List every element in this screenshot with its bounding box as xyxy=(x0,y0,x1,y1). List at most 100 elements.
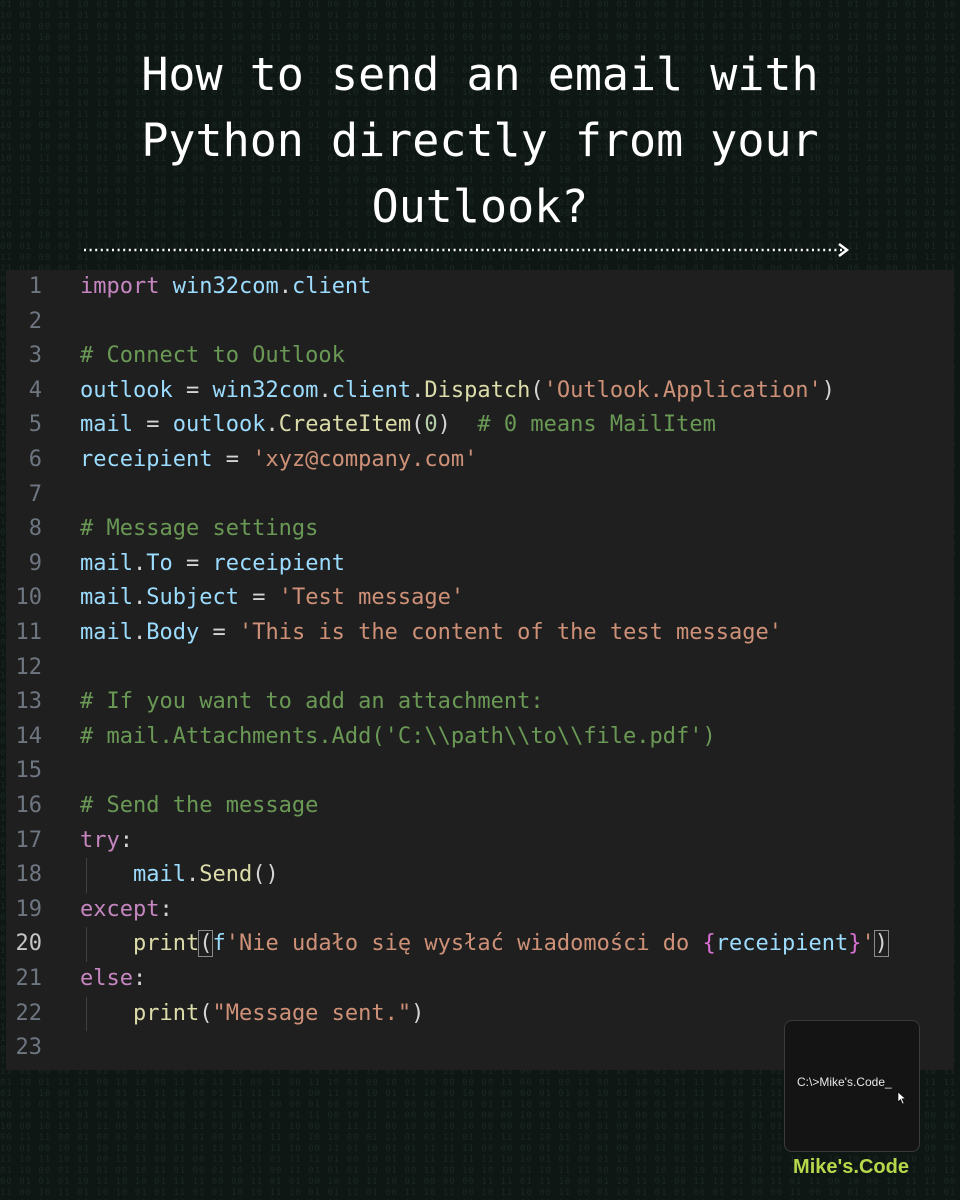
code-line: 20 print(f'Nie udało się wysłać wiadomoś… xyxy=(6,927,954,961)
code-token: . xyxy=(132,585,147,611)
code-token: receipient xyxy=(715,931,849,957)
code-line: 16 # Send the message xyxy=(6,789,954,823)
code-token: mail xyxy=(80,620,133,645)
code-token: = xyxy=(199,620,239,645)
code-text: # If you want to add an attachment: xyxy=(80,685,544,719)
indent-guide xyxy=(86,927,87,962)
code-token: Dispatch xyxy=(424,377,531,403)
code-token: . xyxy=(278,274,292,299)
code-token: ( xyxy=(198,930,214,958)
line-number: 8 xyxy=(28,516,42,542)
code-line: 13 # If you want to add an attachment: xyxy=(6,685,954,719)
line-number: 7 xyxy=(28,481,42,507)
code-token: . xyxy=(132,620,147,645)
line-number: 11 xyxy=(15,620,43,645)
code-text: try: xyxy=(80,824,133,858)
code-text: mail.Subject = 'Test message' xyxy=(80,581,464,615)
code-token: . xyxy=(318,377,332,403)
code-token: receipient xyxy=(212,550,345,576)
line-number: 17 xyxy=(15,827,43,853)
code-token: = xyxy=(212,447,253,472)
code-token: . xyxy=(185,862,200,888)
line-number: 3 xyxy=(28,343,42,369)
code-token: 'Outlook.Application' xyxy=(543,377,822,403)
code-token: Body xyxy=(146,620,200,645)
code-token: Subject xyxy=(146,585,239,611)
code-token: # Message settings xyxy=(80,516,319,542)
code-token: 'Nie udało się wysłać wiadomości do xyxy=(225,931,703,957)
code-line: 2 xyxy=(6,305,954,339)
code-line: 17 try: xyxy=(6,824,954,858)
code-text: # mail.Attachments.Add('C:\\path\\to\\fi… xyxy=(80,720,716,754)
line-number: 5 xyxy=(28,412,42,438)
code-text: # Message settings xyxy=(80,512,318,546)
logo-prompt-text: C:\>Mike's.Code_ xyxy=(797,1075,892,1089)
code-line: 11 mail.Body = 'This is the content of th… xyxy=(6,616,954,650)
code-line: 19 except: xyxy=(6,893,954,927)
code-token: client xyxy=(331,377,412,403)
headline-line-1: How to send an email with xyxy=(141,48,819,101)
code-token: : xyxy=(159,896,173,922)
code-text: mail.Send() xyxy=(80,858,279,892)
code-token: # mail.Attachments.Add('C:\\path\\to\\fi… xyxy=(80,723,716,749)
code-editor[interactable]: 1 import win32com.client 2 3 # Connect to Ou… xyxy=(6,270,954,1070)
code-token: = xyxy=(172,550,213,576)
code-token: # Connect to Outlook xyxy=(80,343,345,369)
code-token: print xyxy=(132,931,200,957)
code-text: # Send the message xyxy=(80,789,318,823)
headline: How to send an email with Python directl… xyxy=(80,42,880,240)
code-token: win32com xyxy=(172,274,279,299)
code-line: 5 mail = outlook.CreateItem(0) # 0 means … xyxy=(6,408,954,442)
code-token: receipient xyxy=(80,447,213,472)
indent-guide xyxy=(86,996,87,1032)
line-number: 15 xyxy=(15,758,43,784)
code-token: ) xyxy=(873,930,890,958)
code-token: . xyxy=(265,412,279,438)
line-number: 18 xyxy=(15,862,43,888)
code-token: outlook xyxy=(172,412,266,438)
code-text: mail.To = receipient xyxy=(80,547,345,581)
code-line: 12 xyxy=(6,651,954,685)
code-text: print(f'Nie udało się wysłać wiadomości … xyxy=(80,927,890,961)
line-number: 22 xyxy=(15,1000,43,1026)
line-number: 21 xyxy=(15,966,43,991)
code-line: 21 else: xyxy=(6,962,954,996)
code-text: else: xyxy=(80,962,146,996)
code-text: print("Message sent.") xyxy=(80,997,424,1031)
code-token: = xyxy=(238,585,279,611)
code-line: 14 # mail.Attachments.Add('C:\\path\\to\\… xyxy=(6,720,954,754)
code-token: ) xyxy=(437,412,478,438)
dotted-arrow-icon xyxy=(84,243,850,257)
code-token: { xyxy=(702,931,716,957)
line-number: 13 xyxy=(15,689,43,715)
code-token: () xyxy=(252,862,279,888)
code-token: win32com xyxy=(212,377,319,403)
cursor-icon xyxy=(897,1091,907,1105)
code-token: 0 xyxy=(424,412,438,438)
code-text: mail = outlook.CreateItem(0) # 0 means M… xyxy=(80,408,716,442)
code-token: To xyxy=(146,550,173,576)
code-text: mail.Body = 'This is the content of the … xyxy=(80,616,782,650)
line-number: 4 xyxy=(28,377,42,403)
code-token: 'xyz@company.com' xyxy=(252,447,478,472)
code-token: . xyxy=(132,550,147,576)
code-token: mail xyxy=(80,585,133,611)
code-token: # If you want to add an attachment: xyxy=(80,689,544,715)
code-text: outlook = win32com.client.Dispatch('Outl… xyxy=(80,374,835,408)
code-token: client xyxy=(291,274,372,299)
code-text: import win32com.client xyxy=(80,270,371,304)
code-token: mail xyxy=(80,550,133,576)
code-token: 'This is the content of the test message… xyxy=(238,620,783,645)
code-token: f xyxy=(212,931,226,957)
logo-badge: C:\>Mike's.Code_ xyxy=(784,1020,920,1152)
code-token: "Message sent." xyxy=(212,1000,412,1026)
line-number: 12 xyxy=(15,654,43,680)
code-token: Send xyxy=(199,862,253,888)
code-token: 'Test message' xyxy=(278,585,465,611)
line-number: 19 xyxy=(15,896,43,922)
line-number: 1 xyxy=(28,274,42,299)
headline-line-3: Outlook? xyxy=(371,180,589,233)
